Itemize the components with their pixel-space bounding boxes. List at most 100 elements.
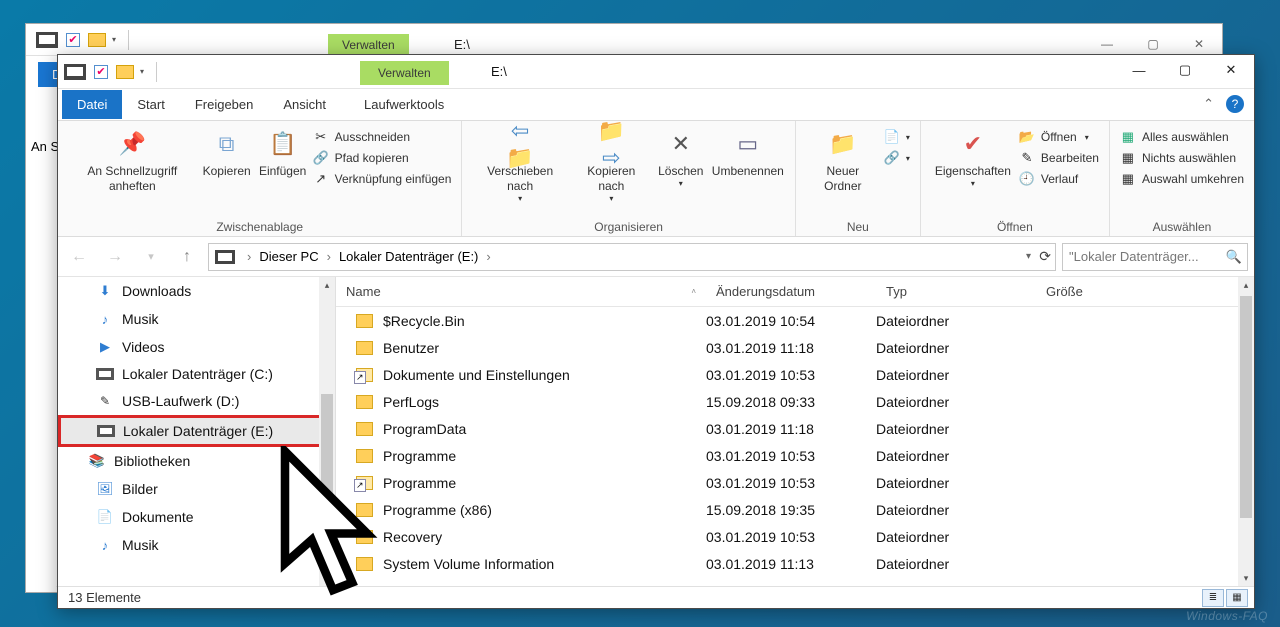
qat-newfolder-icon[interactable] — [116, 65, 134, 79]
sidebar-item-label: Musik — [122, 537, 159, 553]
folder-icon — [88, 33, 106, 47]
column-size[interactable]: Größe — [1036, 284, 1136, 299]
help-icon[interactable]: ? — [1226, 95, 1244, 113]
close-button[interactable]: ✕ — [1208, 55, 1254, 85]
column-name[interactable]: Name˄ — [336, 284, 706, 299]
sidebar-item[interactable]: ✎USB-Laufwerk (D:) — [58, 387, 335, 415]
sidebar-item[interactable]: 📄Dokumente — [58, 503, 335, 531]
sidebar-item[interactable]: ⬇Downloads — [58, 277, 335, 305]
sidebar-item[interactable]: Lokaler Datenträger (E:) — [58, 415, 335, 447]
status-bar: 13 Elemente ≣ ▦ — [58, 586, 1254, 608]
paste-button[interactable]: 📋 Einfügen — [255, 125, 311, 181]
breadcrumb-dropdown-icon[interactable]: ▾ — [1026, 251, 1031, 262]
file-row[interactable]: Benutzer03.01.2019 11:18Dateiordner — [336, 334, 1254, 361]
contextual-tab-manage[interactable]: Verwalten — [360, 61, 449, 85]
chevron-right-icon[interactable]: › — [243, 249, 255, 264]
tab-ansicht[interactable]: Ansicht — [268, 90, 341, 119]
file-row[interactable]: Programme03.01.2019 10:53Dateiordner — [336, 469, 1254, 496]
sidebar-item-label: Musik — [122, 311, 159, 327]
manage-tab: Verwalten — [328, 34, 409, 56]
tab-laufwerktools[interactable]: Laufwerktools — [349, 90, 459, 119]
file-date: 03.01.2019 11:18 — [706, 340, 876, 356]
move-to-button[interactable]: ⇦📁 Verschieben nach▾ — [470, 125, 569, 206]
nav-forward-button[interactable]: → — [100, 243, 130, 271]
sidebar-item[interactable]: ▶Videos — [58, 333, 335, 361]
scroll-down-icon[interactable]: ▾ — [1238, 570, 1254, 586]
nav-recent-button[interactable]: ▾ — [136, 243, 166, 271]
sidebar-item[interactable]: ♪Musik — [58, 305, 335, 333]
maximize-button[interactable]: ▢ — [1162, 55, 1208, 85]
tab-start[interactable]: Start — [122, 90, 179, 119]
column-date[interactable]: Änderungsdatum — [706, 284, 876, 299]
minimize-button[interactable]: — — [1116, 55, 1162, 85]
sidebar-scrollbar[interactable]: ▴ ▾ — [319, 277, 335, 586]
edit-button[interactable]: ✎Bearbeiten — [1019, 150, 1099, 166]
scroll-thumb[interactable] — [321, 394, 333, 518]
chevron-down-icon[interactable]: ▾ — [140, 67, 144, 76]
navigation-sidebar[interactable]: ⬇Downloads♪Musik▶VideosLokaler Datenträg… — [58, 277, 336, 586]
sidebar-item[interactable]: 📚Bibliotheken — [58, 447, 335, 475]
select-none-button[interactable]: ▦Nichts auswählen — [1120, 150, 1244, 166]
chevron-right-icon[interactable]: › — [323, 249, 335, 264]
file-row[interactable]: Programme03.01.2019 10:53Dateiordner — [336, 442, 1254, 469]
search-input[interactable]: "Lokaler Datenträger... 🔍 — [1062, 243, 1248, 271]
copy-button[interactable]: ⧉ Kopieren — [199, 125, 255, 181]
file-row[interactable]: PerfLogs15.09.2018 09:33Dateiordner — [336, 388, 1254, 415]
history-button[interactable]: 🕘Verlauf — [1019, 171, 1099, 187]
breadcrumb-drive[interactable]: Lokaler Datenträger (E:) — [339, 249, 478, 264]
ribbon-collapse-icon[interactable]: ⌃ — [1203, 96, 1214, 112]
open-button[interactable]: 📂Öffnen▾ — [1019, 129, 1099, 145]
copy-to-button[interactable]: 📁⇨ Kopieren nach▾ — [570, 125, 653, 206]
file-name: ProgramData — [383, 421, 466, 437]
filelist-scrollbar[interactable]: ▴ ▾ — [1238, 277, 1254, 586]
tab-datei[interactable]: Datei — [62, 90, 122, 119]
invert-selection-button[interactable]: ▦Auswahl umkehren — [1120, 171, 1244, 187]
title-bar[interactable]: ✔ ▾ Verwalten E:\ — ▢ ✕ — [58, 55, 1254, 89]
breadcrumb-this-pc[interactable]: Dieser PC — [259, 249, 318, 264]
file-row[interactable]: $Recycle.Bin03.01.2019 10:54Dateiordner — [336, 307, 1254, 334]
scroll-thumb[interactable] — [1240, 296, 1252, 518]
file-row[interactable]: System Volume Information03.01.2019 11:1… — [336, 550, 1254, 577]
select-all-button[interactable]: ▦Alles auswählen — [1120, 129, 1244, 145]
easy-access-button[interactable]: 🔗▾ — [884, 150, 910, 166]
file-list[interactable]: Name˄ Änderungsdatum Typ Größe $Recycle.… — [336, 277, 1254, 586]
rename-button[interactable]: ▭ Umbenennen — [709, 125, 787, 181]
chevron-right-icon[interactable]: › — [482, 249, 494, 264]
file-type: Dateiordner — [876, 340, 1036, 356]
pin-to-quickaccess-button[interactable]: 📌 An Schnellzugriff anheften — [66, 125, 199, 196]
scroll-up-icon[interactable]: ▴ — [1238, 277, 1254, 293]
tab-freigeben[interactable]: Freigeben — [180, 90, 269, 119]
cut-button[interactable]: ✂Ausschneiden — [313, 129, 452, 145]
view-icons-button[interactable]: ▦ — [1226, 589, 1248, 607]
mu-icon: ♪ — [96, 536, 114, 554]
file-type: Dateiordner — [876, 475, 1036, 491]
qat-properties-icon[interactable]: ✔ — [94, 65, 108, 79]
sidebar-item[interactable]: Lokaler Datenträger (C:) — [58, 361, 335, 387]
folder-icon — [356, 530, 373, 544]
file-date: 15.09.2018 09:33 — [706, 394, 876, 410]
chevron-down-icon: ▾ — [112, 35, 116, 44]
nav-up-button[interactable]: ↑ — [172, 243, 202, 271]
file-row[interactable]: Dokumente und Einstellungen03.01.2019 10… — [336, 361, 1254, 388]
delete-button[interactable]: ✕ Löschen▾ — [653, 125, 709, 191]
column-headers[interactable]: Name˄ Änderungsdatum Typ Größe — [336, 277, 1254, 307]
refresh-icon[interactable]: ⟳ — [1039, 248, 1051, 265]
properties-button[interactable]: ✔ Eigenschaften▾ — [929, 125, 1017, 191]
file-row[interactable]: ProgramData03.01.2019 11:18Dateiordner — [336, 415, 1254, 442]
file-row[interactable]: Recovery03.01.2019 10:53Dateiordner — [336, 523, 1254, 550]
group-label: Organisieren — [470, 218, 786, 234]
file-row[interactable]: Programme (x86)15.09.2018 19:35Dateiordn… — [336, 496, 1254, 523]
sidebar-item[interactable]: ♪ Musik — [58, 531, 335, 559]
view-details-button[interactable]: ≣ — [1202, 589, 1224, 607]
copy-path-button[interactable]: 🔗Pfad kopieren — [313, 150, 452, 166]
sidebar-item[interactable]: 🖼Bilder — [58, 475, 335, 503]
new-item-button[interactable]: 📄▾ — [884, 129, 910, 145]
nav-back-button[interactable]: ← — [64, 243, 94, 271]
scroll-up-icon[interactable]: ▴ — [319, 277, 335, 293]
scroll-down-icon[interactable]: ▾ — [319, 570, 335, 586]
group-label: Neu — [804, 218, 912, 234]
new-folder-button[interactable]: 📁 Neuer Ordner — [804, 125, 882, 196]
column-type[interactable]: Typ — [876, 284, 1036, 299]
breadcrumb-bar[interactable]: › Dieser PC › Lokaler Datenträger (E:) ›… — [208, 243, 1056, 271]
paste-shortcut-button[interactable]: ↗Verknüpfung einfügen — [313, 171, 452, 187]
